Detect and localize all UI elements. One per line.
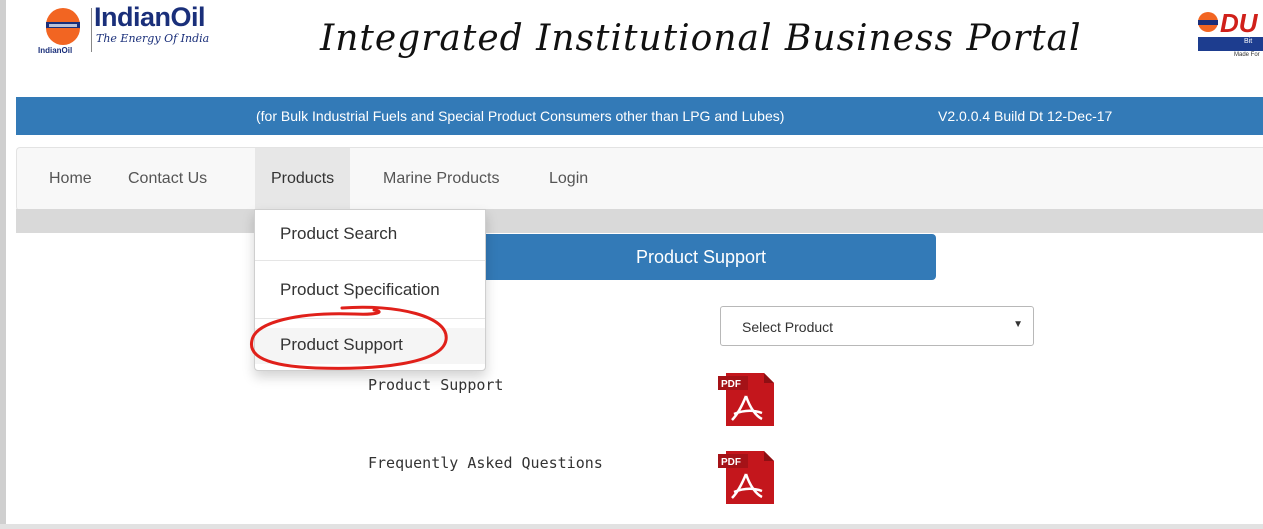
pdf-icon[interactable]: PDF (718, 448, 774, 504)
indianoil-logo[interactable]: IndianOil IndianOil The Energy Of India (36, 2, 236, 57)
select-product-value: Select Product (742, 319, 834, 335)
partner-logo-bar (1198, 37, 1263, 51)
page: IndianOil IndianOil The Energy Of India … (0, 0, 1263, 529)
dropdown-item-label: Product Specification (280, 280, 440, 299)
partner-logo-sub: Bit (1244, 38, 1253, 45)
partner-emblem-icon (1198, 12, 1218, 32)
brand-small-text: IndianOil (38, 46, 73, 55)
dropdown-divider (255, 318, 485, 319)
brand-name: IndianOil (94, 2, 206, 32)
version-text: V2.0.0.4 Build Dt 12-Dec-17 (938, 108, 1113, 124)
product-support-label: Product Support (368, 376, 504, 394)
subtitle-text: (for Bulk Industrial Fuels and Special P… (256, 108, 785, 124)
partner-logo-made: Made For (1234, 52, 1260, 58)
dropdown-item-product-support[interactable]: Product Support (255, 328, 485, 364)
brand-tagline: The Energy Of India (96, 32, 210, 45)
portal-title: Integrated Institutional Business Portal (320, 18, 1082, 59)
nav-products[interactable]: Products (255, 148, 351, 210)
pdf-icon-label: PDF (721, 457, 741, 468)
dropdown-item-product-specification[interactable]: Product Specification (255, 261, 485, 317)
right-partner-logo: DU Bit Made For (1198, 8, 1263, 63)
subtitle-bar: (for Bulk Industrial Fuels and Special P… (16, 97, 1263, 135)
dropdown-item-label: Product Support (280, 335, 403, 354)
nav-marine-products[interactable]: Marine Products (367, 148, 516, 210)
product-support-header: Product Support (466, 234, 936, 280)
main-nav: Home Contact Us Products Marine Products… (16, 147, 1263, 211)
nav-contact-us[interactable]: Contact Us (112, 148, 223, 210)
content-top-strip (16, 209, 1263, 233)
nav-home[interactable]: Home (33, 148, 108, 210)
window-bottom-edge (0, 524, 1263, 529)
caret-down-icon: ▼ (1013, 319, 1023, 330)
window-left-edge (0, 0, 6, 529)
dropdown-item-label: Product Search (280, 224, 398, 243)
pdf-icon-label: PDF (721, 379, 741, 390)
select-product-dropdown[interactable]: Select Product ▼ (720, 306, 1034, 346)
partner-logo-text: DU (1220, 8, 1258, 38)
logo-divider (91, 8, 92, 52)
pdf-icon[interactable]: PDF (718, 370, 774, 426)
products-dropdown-menu: Product Search Product Specification Pro… (254, 209, 486, 371)
nav-login[interactable]: Login (533, 148, 604, 210)
dropdown-item-product-search[interactable]: Product Search (255, 210, 485, 258)
faq-label: Frequently Asked Questions (368, 454, 603, 472)
